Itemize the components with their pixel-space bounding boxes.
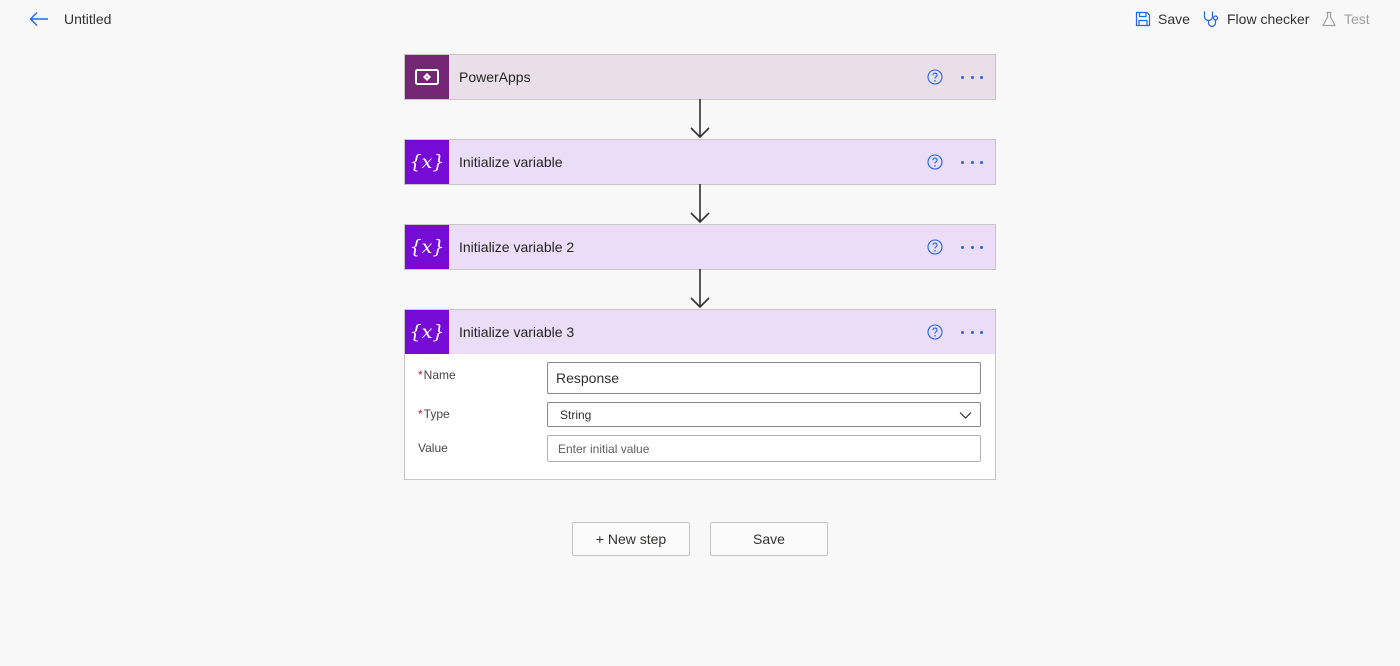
connector-arrow bbox=[690, 269, 710, 309]
more-options-icon[interactable] bbox=[961, 69, 983, 85]
test-command[interactable]: Test bbox=[1321, 9, 1370, 29]
command-bar: Untitled Save Flow checker Test bbox=[0, 0, 1400, 38]
step-card-powerapps[interactable]: PowerApps bbox=[404, 54, 996, 100]
save-icon bbox=[1135, 11, 1151, 27]
variable-icon: {x} bbox=[405, 225, 449, 269]
step-title: Initialize variable 3 bbox=[459, 324, 575, 340]
step-title: PowerApps bbox=[459, 69, 531, 85]
value-field-placeholder: Enter initial value bbox=[558, 441, 650, 456]
step-title: Initialize variable bbox=[459, 154, 563, 170]
name-label: *Name bbox=[418, 368, 456, 382]
flask-icon bbox=[1322, 11, 1336, 27]
connector-arrow bbox=[690, 184, 710, 224]
svg-text:{x}: {x} bbox=[410, 321, 444, 343]
step-body: *Name Response *Type String Value Enter … bbox=[405, 354, 995, 479]
svg-text:{x}: {x} bbox=[410, 236, 444, 258]
step-header[interactable]: {x} Initialize variable 3 bbox=[405, 310, 995, 354]
step-title: Initialize variable 2 bbox=[459, 239, 575, 255]
flow-checker-label: Flow checker bbox=[1227, 11, 1310, 27]
back-button[interactable] bbox=[27, 8, 51, 30]
test-label: Test bbox=[1344, 11, 1370, 27]
name-field[interactable]: Response bbox=[547, 362, 981, 394]
help-icon[interactable] bbox=[927, 69, 943, 85]
help-icon[interactable] bbox=[927, 324, 943, 340]
type-dropdown-value: String bbox=[560, 407, 592, 422]
flow-title: Untitled bbox=[64, 11, 112, 27]
save-command[interactable]: Save bbox=[1135, 9, 1190, 29]
stethoscope-icon bbox=[1203, 11, 1219, 28]
more-options-icon[interactable] bbox=[961, 154, 983, 170]
variable-icon: {x} bbox=[405, 140, 449, 184]
save-button[interactable]: Save bbox=[710, 522, 828, 556]
chevron-down-icon bbox=[959, 412, 972, 419]
save-command-label: Save bbox=[1158, 11, 1190, 27]
step-card-initialize-variable[interactable]: {x} Initialize variable bbox=[404, 139, 996, 185]
type-dropdown[interactable]: String bbox=[547, 402, 981, 427]
more-options-icon[interactable] bbox=[961, 239, 983, 255]
flow-checker-command[interactable]: Flow checker bbox=[1202, 9, 1309, 29]
step-header[interactable]: {x} Initialize variable bbox=[405, 140, 995, 184]
back-arrow-icon bbox=[29, 12, 48, 26]
variable-icon: {x} bbox=[405, 310, 449, 354]
help-icon[interactable] bbox=[927, 154, 943, 170]
powerapps-icon bbox=[405, 55, 449, 99]
step-header[interactable]: {x} Initialize variable 2 bbox=[405, 225, 995, 269]
svg-text:{x}: {x} bbox=[410, 151, 444, 173]
step-card-initialize-variable-2[interactable]: {x} Initialize variable 2 bbox=[404, 224, 996, 270]
type-label: *Type bbox=[418, 407, 450, 421]
value-field[interactable]: Enter initial value bbox=[547, 435, 981, 462]
step-card-initialize-variable-3[interactable]: {x} Initialize variable 3 *Name Response… bbox=[404, 309, 996, 480]
value-label: Value bbox=[418, 441, 448, 455]
help-icon[interactable] bbox=[927, 239, 943, 255]
required-marker: * bbox=[418, 368, 423, 382]
name-field-value: Response bbox=[556, 370, 620, 386]
step-header[interactable]: PowerApps bbox=[405, 55, 995, 99]
new-step-button[interactable]: + New step bbox=[572, 522, 690, 556]
more-options-icon[interactable] bbox=[961, 324, 983, 340]
required-marker: * bbox=[418, 407, 423, 421]
connector-arrow bbox=[690, 99, 710, 139]
